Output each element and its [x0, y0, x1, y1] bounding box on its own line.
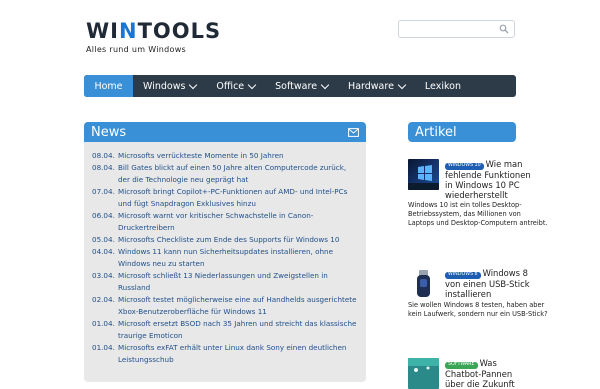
windows-desktop-image [408, 159, 439, 190]
news-link[interactable]: Microsofts exFAT erhält unter Linux dank… [118, 342, 358, 366]
site-logo[interactable]: WINTOOLS Alles rund um Windows [86, 20, 221, 54]
category-badge[interactable]: SOFTWARE [445, 361, 478, 369]
category-badge[interactable]: WINDOWS 10 [445, 162, 484, 170]
news-panel: News 08.04. Microsofts verrückteste Momen… [84, 122, 366, 382]
envelope-icon[interactable] [348, 127, 359, 137]
article-title[interactable]: WINDOWS 10 Wie man fehlende Funktionen in… [445, 159, 533, 200]
news-link[interactable]: Microsofts Checkliste zum Ende des Suppo… [118, 234, 339, 246]
chevron-down-icon [320, 80, 330, 89]
news-link[interactable]: Microsofts verrückteste Momente in 50 Ja… [118, 150, 284, 162]
news-header: News [84, 122, 366, 142]
logo-wordmark: WINTOOLS [86, 19, 222, 43]
news-link[interactable]: Microsoft warnt vor kritischer Schwachst… [118, 210, 358, 234]
articles-header: Artikel [408, 122, 516, 142]
news-item[interactable]: 05.04. Microsofts Checkliste zum Ende des… [92, 234, 358, 246]
article-thumbnail[interactable] [408, 268, 439, 299]
articles-heading: Artikel [415, 124, 457, 140]
search-input[interactable] [399, 25, 503, 42]
news-list: 08.04. Microsofts verrückteste Momente in… [84, 142, 366, 366]
news-link[interactable]: Microsoft bringt Copilot+-PC-Funktionen … [118, 186, 358, 210]
article-thumbnail[interactable] [408, 358, 439, 389]
news-item[interactable]: 08.04. Microsofts verrückteste Momente in… [92, 150, 358, 162]
news-item[interactable]: 01.04. Microsofts exFAT erhält unter Linu… [92, 342, 358, 366]
nav-label: Lexikon [424, 80, 461, 92]
nav-label: Office [216, 80, 245, 92]
nav-item-lexikon[interactable]: Lexikon [415, 75, 471, 97]
news-date: 08.04. [92, 151, 115, 160]
article-card[interactable]: WINDOWS 10 Wie man fehlende Funktionen in… [408, 159, 548, 234]
news-date: 05.04. [92, 235, 115, 244]
nav-label: Windows [143, 80, 186, 92]
news-item[interactable]: 07.04. Microsoft bringt Copilot+-PC-Funkt… [92, 186, 358, 210]
search-icon[interactable] [499, 24, 509, 34]
main-navigation: Home Windows Office Software Hardware Le… [84, 75, 516, 97]
chatbot-image [408, 358, 439, 389]
news-date: 04.04. [92, 247, 115, 256]
news-date: 02.04. [92, 295, 115, 304]
news-item[interactable]: 03.04. Microsoft schließt 13 Niederlassun… [92, 270, 358, 294]
category-badge[interactable]: WINDOWS 8 [445, 271, 481, 279]
news-item[interactable]: 08.04. Bill Gates blickt auf einen 50 Jah… [92, 162, 358, 186]
news-item[interactable]: 02.04. Microsoft testet möglicherweise ei… [92, 294, 358, 318]
nav-label: Home [94, 80, 123, 92]
news-link[interactable]: Windows 11 kann nun Sicherheitsupdates i… [118, 246, 358, 270]
nav-item-windows[interactable]: Windows [133, 75, 206, 97]
nav-item-home[interactable]: Home [84, 75, 133, 97]
news-date: 07.04. [92, 187, 115, 196]
article-description: Windows 10 ist ein tolles Desktop-Betrie… [408, 201, 548, 227]
article-card[interactable]: SOFTWARE Was Chatbot-Pannen über die Zuku… [408, 358, 526, 389]
article-description: Sie wollen Windows 8 testen, haben aber … [408, 301, 548, 318]
nav-item-office[interactable]: Office [206, 75, 265, 97]
chevron-down-icon [397, 80, 407, 89]
news-item[interactable]: 04.04. Windows 11 kann nun Sicherheitsupd… [92, 246, 358, 270]
news-date: 01.04. [92, 343, 115, 352]
news-date: 06.04. [92, 211, 115, 220]
nav-item-software[interactable]: Software [265, 75, 338, 97]
article-thumbnail[interactable] [408, 159, 439, 190]
news-item[interactable]: 06.04. Microsoft warnt vor kritischer Sch… [92, 210, 358, 234]
article-title[interactable]: WINDOWS 8 Windows 8 von einen USB-Stick i… [445, 268, 533, 299]
news-date: 08.04. [92, 163, 115, 172]
news-link[interactable]: Bill Gates blickt auf einen 50 Jahre alt… [118, 162, 358, 186]
news-link[interactable]: Microsoft testet möglicherweise eine auf… [118, 294, 358, 318]
nav-label: Hardware [348, 80, 394, 92]
nav-item-hardware[interactable]: Hardware [338, 75, 415, 97]
usb-stick-image [408, 268, 439, 299]
chevron-down-icon [189, 80, 198, 89]
site-tagline: Alles rund um Windows [86, 45, 187, 54]
news-link[interactable]: Microsoft schließt 13 Niederlassungen un… [118, 270, 358, 294]
news-heading: News [91, 124, 127, 140]
chevron-down-icon [247, 80, 257, 89]
nav-label: Software [275, 80, 318, 92]
article-card[interactable]: WINDOWS 8 Windows 8 von einen USB-Stick i… [408, 268, 548, 323]
article-title[interactable]: SOFTWARE Was Chatbot-Pannen über die Zuku… [445, 358, 533, 389]
search-box [398, 20, 515, 42]
news-date: 01.04. [92, 319, 115, 328]
news-link[interactable]: Microsoft ersetzt BSOD nach 35 Jahren un… [118, 318, 358, 342]
news-date: 03.04. [92, 271, 115, 280]
news-item[interactable]: 01.04. Microsoft ersetzt BSOD nach 35 Jah… [92, 318, 358, 342]
